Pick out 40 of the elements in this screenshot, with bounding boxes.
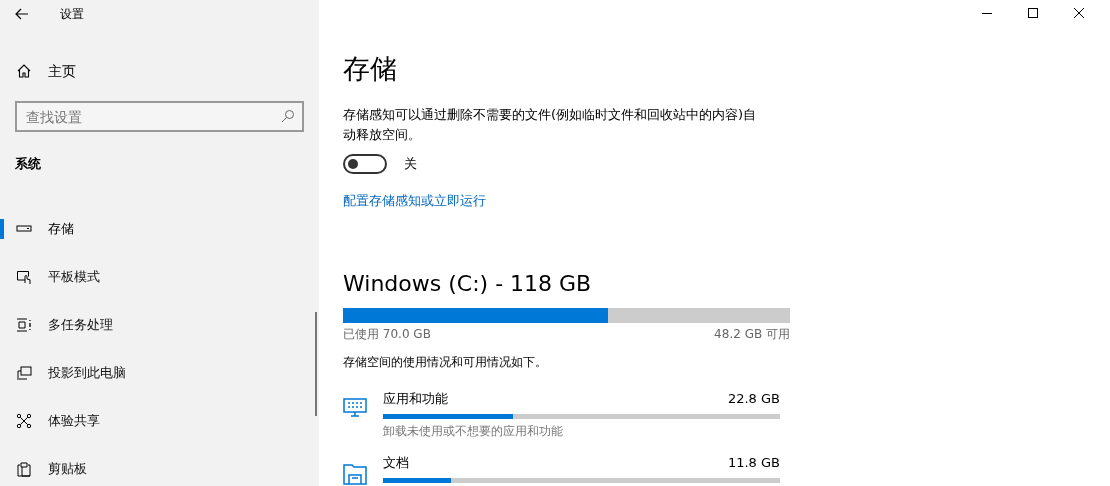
search-field[interactable]: 查找设置 [15,101,304,132]
sidebar-item[interactable]: 体验共享 [0,397,319,445]
usage-note: 存储空间的使用情况和可用情况如下。 [343,354,548,371]
category-name: 文档 [383,454,409,472]
close-icon [1074,8,1084,18]
sidebar-item[interactable]: 存储 [0,205,319,253]
free-space-label: 48.2 GB 可用 [714,326,790,343]
settings-link[interactable]: 配置存储感知或立即运行 [343,191,486,211]
toggle-label: 关 [404,155,417,174]
sidebar-item[interactable]: 投影到此电脑 [0,349,319,397]
clipboard-icon [16,461,32,477]
sidebar-item[interactable]: 平板模式 [0,253,319,301]
section-heading: 系统 [15,155,42,173]
sidebar-item[interactable]: 多任务处理 [0,301,319,349]
category-name: 应用和功能 [383,390,448,408]
page-title: 存储 [343,52,398,86]
home-icon [16,63,32,79]
used-space-label: 已使用 70.0 GB [343,326,431,343]
category-size: 11.8 GB [727,454,780,472]
monitor-icon [16,365,32,381]
toggle-switch[interactable] [343,154,387,174]
scrollbar[interactable] [315,312,317,416]
tablet-icon [16,269,32,285]
share-icon [16,413,32,429]
home-label: 主页 [48,61,76,81]
storage-category[interactable]: 文档 11.8 GB [343,453,780,485]
minimize-icon [982,12,992,14]
back-arrow-icon [15,8,29,20]
category-hint: 卸载未使用或不想要的应用和功能 [383,423,564,440]
multitask-icon [16,317,32,333]
home-item[interactable]: 主页 [0,57,319,85]
folder-icon [343,461,367,485]
maximize-icon [1028,8,1038,18]
storage-category[interactable]: 应用和功能 22.8 GB 卸载未使用或不想要的应用和功能 [343,389,780,440]
search-icon [281,109,295,123]
window-title: 设置 [60,6,84,23]
category-size: 22.8 GB [727,390,780,408]
drive-title: Windows (C:) - 118 GB [343,270,593,298]
description: 存储感知可以通过删除不需要的文件(例如临时文件和回收站中的内容)自动释放空间。 [343,106,758,144]
sidebar-item[interactable]: 剪贴板 [0,445,319,486]
